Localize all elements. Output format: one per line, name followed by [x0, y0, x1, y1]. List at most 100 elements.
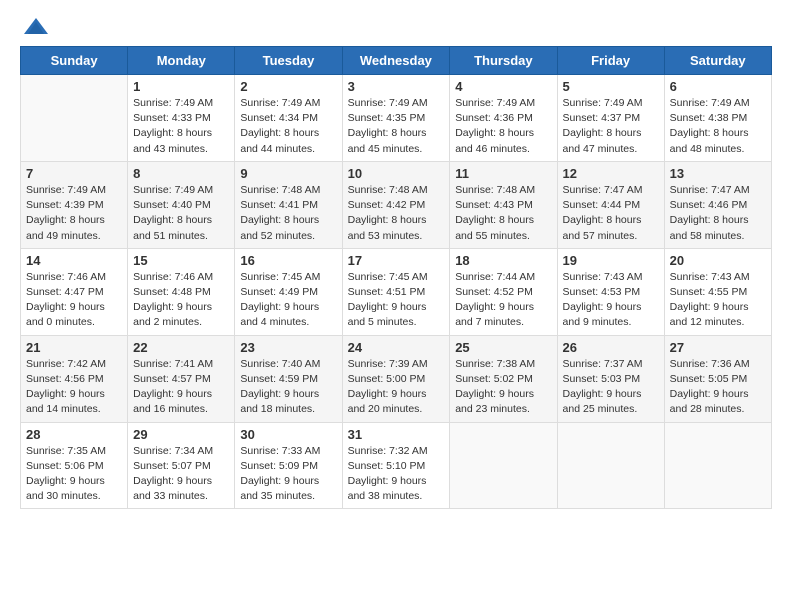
- day-info: Sunrise: 7:48 AMSunset: 4:41 PMDaylight:…: [240, 183, 336, 244]
- calendar-cell: 18 Sunrise: 7:44 AMSunset: 4:52 PMDayligh…: [450, 248, 557, 335]
- calendar-cell: [664, 422, 771, 509]
- day-header-wednesday: Wednesday: [342, 47, 450, 75]
- day-number: 16: [240, 253, 336, 268]
- day-info: Sunrise: 7:41 AMSunset: 4:57 PMDaylight:…: [133, 357, 229, 418]
- day-number: 15: [133, 253, 229, 268]
- calendar-cell: 26 Sunrise: 7:37 AMSunset: 5:03 PMDayligh…: [557, 335, 664, 422]
- calendar-cell: 2Sunrise: 7:49 AMSunset: 4:34 PMDaylight…: [235, 75, 342, 162]
- day-number: 21: [26, 340, 122, 355]
- day-number: 20: [670, 253, 766, 268]
- day-number: 11: [455, 166, 551, 181]
- day-header-monday: Monday: [128, 47, 235, 75]
- day-info: Sunrise: 7:38 AMSunset: 5:02 PMDaylight:…: [455, 357, 551, 418]
- day-info: Sunrise: 7:46 AMSunset: 4:47 PMDaylight:…: [26, 270, 122, 331]
- day-info: Sunrise: 7:43 AMSunset: 4:55 PMDaylight:…: [670, 270, 766, 331]
- day-number: 31: [348, 427, 445, 442]
- calendar-cell: 11 Sunrise: 7:48 AMSunset: 4:43 PMDayligh…: [450, 161, 557, 248]
- day-info: Sunrise: 7:46 AMSunset: 4:48 PMDaylight:…: [133, 270, 229, 331]
- day-number: 18: [455, 253, 551, 268]
- calendar-cell: 21 Sunrise: 7:42 AMSunset: 4:56 PMDayligh…: [21, 335, 128, 422]
- calendar-cell: 6Sunrise: 7:49 AMSunset: 4:38 PMDaylight…: [664, 75, 771, 162]
- logo-icon: [22, 16, 50, 38]
- day-number: 24: [348, 340, 445, 355]
- calendar-cell: [557, 422, 664, 509]
- logo: [20, 16, 54, 38]
- day-header-saturday: Saturday: [664, 47, 771, 75]
- day-number: 6: [670, 79, 766, 94]
- day-header-friday: Friday: [557, 47, 664, 75]
- day-info: Sunrise: 7:44 AMSunset: 4:52 PMDaylight:…: [455, 270, 551, 331]
- day-number: 19: [563, 253, 659, 268]
- day-number: 14: [26, 253, 122, 268]
- calendar-cell: 3 Sunrise: 7:49 AMSunset: 4:35 PMDaylight…: [342, 75, 450, 162]
- day-number: 3: [348, 79, 445, 94]
- day-info: Sunrise: 7:39 AMSunset: 5:00 PMDaylight:…: [348, 357, 445, 418]
- page-header: [20, 16, 772, 38]
- day-number: 12: [563, 166, 659, 181]
- day-info: Sunrise: 7:47 AMSunset: 4:46 PMDaylight:…: [670, 183, 766, 244]
- calendar-cell: 10Sunrise: 7:48 AMSunset: 4:42 PMDayligh…: [342, 161, 450, 248]
- calendar-cell: 20 Sunrise: 7:43 AMSunset: 4:55 PMDayligh…: [664, 248, 771, 335]
- day-number: 23: [240, 340, 336, 355]
- calendar-cell: [450, 422, 557, 509]
- calendar-cell: 14 Sunrise: 7:46 AMSunset: 4:47 PMDayligh…: [21, 248, 128, 335]
- week-row-3: 14 Sunrise: 7:46 AMSunset: 4:47 PMDayligh…: [21, 248, 772, 335]
- day-info: Sunrise: 7:42 AMSunset: 4:56 PMDaylight:…: [26, 357, 122, 418]
- day-header-tuesday: Tuesday: [235, 47, 342, 75]
- day-info: Sunrise: 7:34 AMSunset: 5:07 PMDaylight:…: [133, 444, 229, 505]
- week-row-2: 7Sunrise: 7:49 AMSunset: 4:39 PMDaylight…: [21, 161, 772, 248]
- calendar-cell: 17 Sunrise: 7:45 AMSunset: 4:51 PMDayligh…: [342, 248, 450, 335]
- day-info: Sunrise: 7:49 AMSunset: 4:37 PMDaylight:…: [563, 96, 659, 157]
- day-number: 26: [563, 340, 659, 355]
- day-number: 5: [563, 79, 659, 94]
- calendar-body: 1Sunrise: 7:49 AMSunset: 4:33 PMDaylight…: [21, 75, 772, 509]
- calendar-cell: 23Sunrise: 7:40 AMSunset: 4:59 PMDayligh…: [235, 335, 342, 422]
- day-info: Sunrise: 7:32 AMSunset: 5:10 PMDaylight:…: [348, 444, 445, 505]
- day-number: 8: [133, 166, 229, 181]
- day-number: 30: [240, 427, 336, 442]
- day-header-thursday: Thursday: [450, 47, 557, 75]
- calendar-cell: 4 Sunrise: 7:49 AMSunset: 4:36 PMDaylight…: [450, 75, 557, 162]
- day-number: 28: [26, 427, 122, 442]
- calendar-cell: 1Sunrise: 7:49 AMSunset: 4:33 PMDaylight…: [128, 75, 235, 162]
- day-number: 1: [133, 79, 229, 94]
- calendar-cell: 29 Sunrise: 7:34 AMSunset: 5:07 PMDayligh…: [128, 422, 235, 509]
- day-info: Sunrise: 7:49 AMSunset: 4:36 PMDaylight:…: [455, 96, 551, 157]
- calendar-cell: 12 Sunrise: 7:47 AMSunset: 4:44 PMDayligh…: [557, 161, 664, 248]
- day-number: 17: [348, 253, 445, 268]
- day-info: Sunrise: 7:35 AMSunset: 5:06 PMDaylight:…: [26, 444, 122, 505]
- calendar-cell: 19 Sunrise: 7:43 AMSunset: 4:53 PMDayligh…: [557, 248, 664, 335]
- calendar-cell: 13Sunrise: 7:47 AMSunset: 4:46 PMDayligh…: [664, 161, 771, 248]
- day-number: 4: [455, 79, 551, 94]
- day-info: Sunrise: 7:47 AMSunset: 4:44 PMDaylight:…: [563, 183, 659, 244]
- day-number: 29: [133, 427, 229, 442]
- calendar-cell: 8 Sunrise: 7:49 AMSunset: 4:40 PMDaylight…: [128, 161, 235, 248]
- calendar-cell: 5 Sunrise: 7:49 AMSunset: 4:37 PMDaylight…: [557, 75, 664, 162]
- calendar-cell: 15 Sunrise: 7:46 AMSunset: 4:48 PMDayligh…: [128, 248, 235, 335]
- calendar-cell: 9Sunrise: 7:48 AMSunset: 4:41 PMDaylight…: [235, 161, 342, 248]
- week-row-1: 1Sunrise: 7:49 AMSunset: 4:33 PMDaylight…: [21, 75, 772, 162]
- day-info: Sunrise: 7:48 AMSunset: 4:43 PMDaylight:…: [455, 183, 551, 244]
- day-info: Sunrise: 7:48 AMSunset: 4:42 PMDaylight:…: [348, 183, 445, 244]
- calendar-cell: 25 Sunrise: 7:38 AMSunset: 5:02 PMDayligh…: [450, 335, 557, 422]
- day-number: 22: [133, 340, 229, 355]
- day-info: Sunrise: 7:49 AMSunset: 4:40 PMDaylight:…: [133, 183, 229, 244]
- day-number: 25: [455, 340, 551, 355]
- day-info: Sunrise: 7:45 AMSunset: 4:51 PMDaylight:…: [348, 270, 445, 331]
- calendar-cell: 16 Sunrise: 7:45 AMSunset: 4:49 PMDayligh…: [235, 248, 342, 335]
- day-info: Sunrise: 7:37 AMSunset: 5:03 PMDaylight:…: [563, 357, 659, 418]
- calendar-cell: 7Sunrise: 7:49 AMSunset: 4:39 PMDaylight…: [21, 161, 128, 248]
- calendar-cell: [21, 75, 128, 162]
- header-row: SundayMondayTuesdayWednesdayThursdayFrid…: [21, 47, 772, 75]
- day-info: Sunrise: 7:49 AMSunset: 4:35 PMDaylight:…: [348, 96, 445, 157]
- calendar-cell: 22 Sunrise: 7:41 AMSunset: 4:57 PMDayligh…: [128, 335, 235, 422]
- calendar-cell: 28 Sunrise: 7:35 AMSunset: 5:06 PMDayligh…: [21, 422, 128, 509]
- day-number: 2: [240, 79, 336, 94]
- week-row-5: 28 Sunrise: 7:35 AMSunset: 5:06 PMDayligh…: [21, 422, 772, 509]
- calendar-cell: 31 Sunrise: 7:32 AMSunset: 5:10 PMDayligh…: [342, 422, 450, 509]
- day-info: Sunrise: 7:43 AMSunset: 4:53 PMDaylight:…: [563, 270, 659, 331]
- day-info: Sunrise: 7:45 AMSunset: 4:49 PMDaylight:…: [240, 270, 336, 331]
- calendar-cell: 30Sunrise: 7:33 AMSunset: 5:09 PMDayligh…: [235, 422, 342, 509]
- day-number: 27: [670, 340, 766, 355]
- week-row-4: 21 Sunrise: 7:42 AMSunset: 4:56 PMDayligh…: [21, 335, 772, 422]
